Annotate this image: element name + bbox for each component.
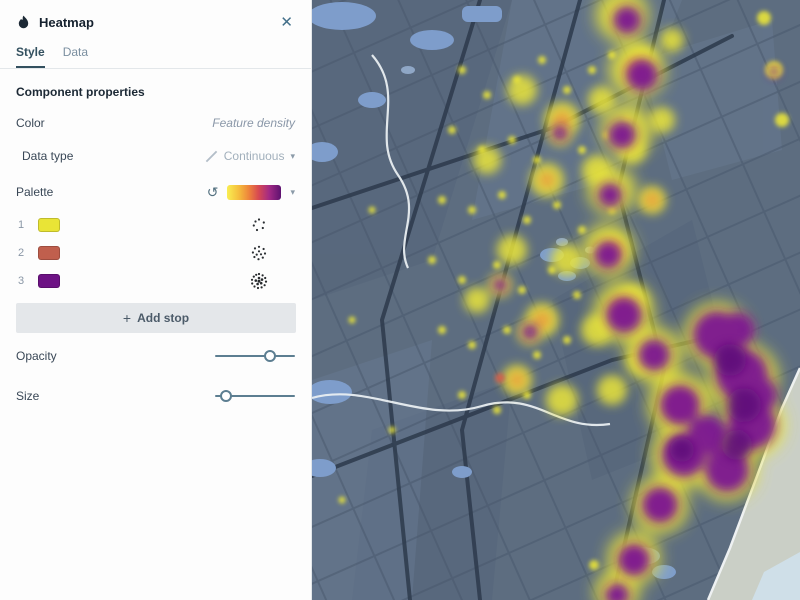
map-art bbox=[312, 0, 800, 600]
heat-point bbox=[495, 373, 505, 383]
palette-chevron-down-icon[interactable]: ▾ bbox=[290, 187, 295, 198]
tab-style[interactable]: Style bbox=[16, 41, 45, 68]
map-canvas[interactable] bbox=[312, 0, 800, 600]
tab-data[interactable]: Data bbox=[63, 41, 88, 68]
dot-density-low-icon[interactable] bbox=[249, 215, 269, 235]
data-type-row: Data type Continuous ▾ bbox=[0, 139, 311, 173]
stop-number: 2 bbox=[18, 247, 32, 259]
palette-stop-row: 2 bbox=[0, 239, 311, 267]
stop-color-swatch[interactable] bbox=[38, 218, 60, 232]
dot-density-mid-icon[interactable] bbox=[249, 243, 269, 263]
opacity-label: Opacity bbox=[16, 349, 57, 363]
color-row: Color Feature density bbox=[0, 107, 311, 139]
flame-icon bbox=[16, 15, 31, 31]
section-title: Component properties bbox=[16, 85, 295, 99]
opacity-slider-handle[interactable] bbox=[264, 350, 276, 362]
palette-stop-row: 1 bbox=[0, 211, 311, 239]
stop-color-swatch[interactable] bbox=[38, 246, 60, 260]
color-value: Feature density bbox=[212, 116, 295, 130]
add-stop-label: Add stop bbox=[137, 311, 189, 325]
reset-icon[interactable]: ↺ bbox=[207, 185, 219, 199]
color-label: Color bbox=[16, 116, 45, 130]
dot-density-high-icon[interactable] bbox=[249, 271, 269, 291]
panel-header: Heatmap ✕ bbox=[0, 0, 311, 41]
size-row: Size bbox=[0, 379, 311, 413]
opacity-slider-track bbox=[215, 355, 295, 357]
continuous-ramp-icon bbox=[205, 150, 218, 163]
size-slider-handle[interactable] bbox=[220, 390, 232, 402]
panel-tabs: Style Data bbox=[0, 41, 311, 69]
palette-label: Palette bbox=[16, 185, 53, 199]
stop-color-swatch[interactable] bbox=[38, 274, 60, 288]
stop-number: 3 bbox=[18, 275, 32, 287]
size-label: Size bbox=[16, 389, 39, 403]
panel-body: Component properties Color Feature densi… bbox=[0, 69, 311, 600]
size-slider[interactable] bbox=[215, 389, 295, 403]
opacity-slider[interactable] bbox=[215, 349, 295, 363]
plus-icon: + bbox=[123, 310, 131, 326]
data-type-value: Continuous bbox=[224, 149, 285, 163]
palette-stop-row: 3 bbox=[0, 267, 311, 295]
app-root: Heatmap ✕ Style Data Component propertie… bbox=[0, 0, 800, 600]
data-type-label: Data type bbox=[22, 149, 73, 163]
palette-gradient-swatch[interactable] bbox=[227, 185, 281, 200]
opacity-row: Opacity bbox=[0, 339, 311, 373]
chevron-down-icon: ▾ bbox=[290, 151, 295, 162]
stop-number: 1 bbox=[18, 219, 32, 231]
close-icon[interactable]: ✕ bbox=[278, 13, 295, 32]
heatmap-panel: Heatmap ✕ Style Data Component propertie… bbox=[0, 0, 312, 600]
palette-row: Palette ↺ ▾ bbox=[0, 173, 311, 211]
panel-title: Heatmap bbox=[39, 15, 278, 30]
data-type-control[interactable]: Continuous ▾ bbox=[205, 149, 295, 163]
add-stop-button[interactable]: + Add stop bbox=[16, 303, 296, 333]
